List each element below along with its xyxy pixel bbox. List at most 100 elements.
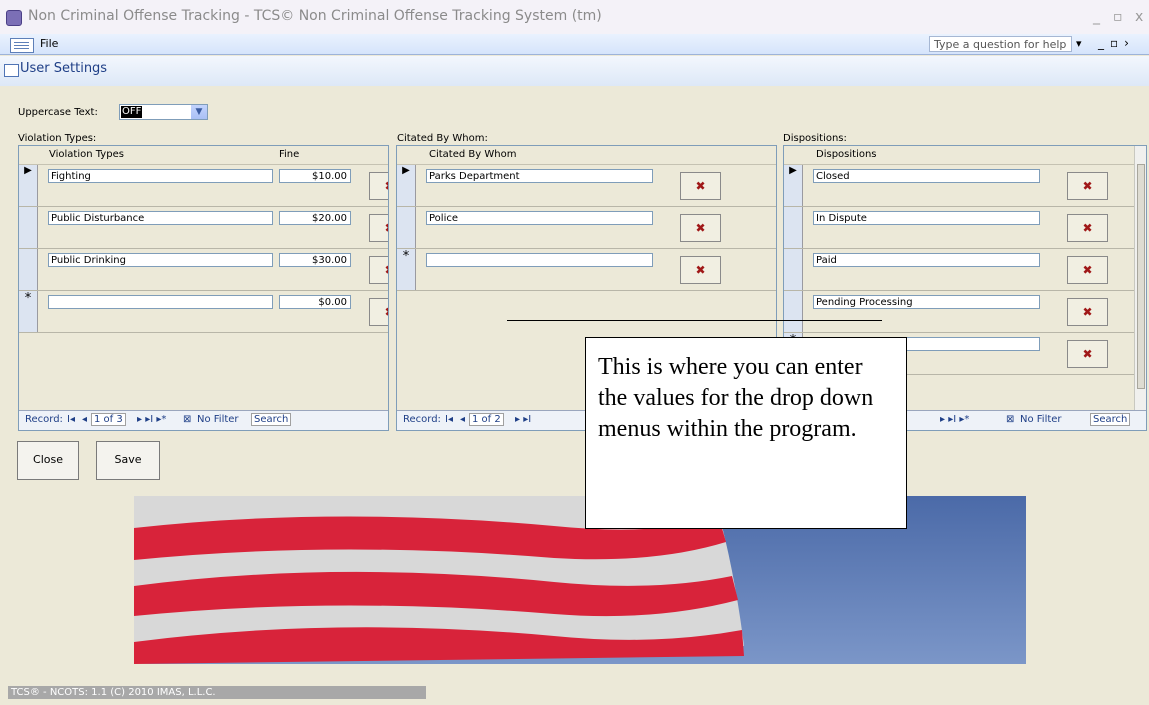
vertical-scrollbar[interactable] xyxy=(1134,146,1146,412)
filter-status[interactable]: No Filter xyxy=(197,414,239,425)
delete-icon[interactable]: ✖ xyxy=(369,256,388,284)
violation-type-field[interactable]: Public Disturbance xyxy=(48,211,273,225)
new-record-icon[interactable]: * xyxy=(19,291,38,332)
record-position-input[interactable]: 1 of 3 xyxy=(91,413,126,426)
dispositions-section-label: Dispositions: xyxy=(783,133,847,144)
search-input[interactable]: Search xyxy=(1090,413,1131,426)
table-row[interactable]: Paid ✖ xyxy=(784,249,1134,291)
new-record-icon[interactable]: * xyxy=(397,249,416,290)
delete-icon[interactable]: ✖ xyxy=(680,214,721,242)
disposition-field[interactable]: Pending Processing xyxy=(813,295,1040,309)
table-row[interactable]: In Dispute ✖ xyxy=(784,207,1134,249)
minimize-icon[interactable]: _ xyxy=(1093,9,1100,25)
close-window-icon[interactable]: x xyxy=(1135,9,1143,25)
save-button[interactable]: Save xyxy=(96,441,160,480)
violation-section-label: Violation Types: xyxy=(18,133,97,144)
violation-type-field[interactable]: Public Drinking xyxy=(48,253,273,267)
chevron-down-icon[interactable]: ▼ xyxy=(191,105,207,119)
cited-by-field[interactable] xyxy=(426,253,653,267)
delete-icon[interactable]: ✖ xyxy=(680,172,721,200)
table-row[interactable]: Public Disturbance $20.00 ✖ xyxy=(19,207,388,249)
new-record-row[interactable]: * ✖ xyxy=(397,249,776,291)
disposition-field[interactable]: Closed xyxy=(813,169,1040,183)
row-selector[interactable] xyxy=(784,207,803,248)
delete-icon[interactable]: ✖ xyxy=(369,214,388,242)
delete-icon[interactable]: ✖ xyxy=(1067,340,1108,368)
disposition-field[interactable]: In Dispute xyxy=(813,211,1040,225)
row-selector[interactable] xyxy=(19,207,38,248)
record-label: Record: xyxy=(403,414,441,425)
delete-icon[interactable]: ✖ xyxy=(1067,172,1108,200)
violation-header: Violation Types Fine xyxy=(19,146,388,165)
first-record-icon[interactable]: I◂ xyxy=(445,414,453,425)
uppercase-label: Uppercase Text: xyxy=(18,107,98,118)
violation-types-subform: Violation Types Fine ▶ Fighting $10.00 ✖… xyxy=(18,145,389,431)
fine-field[interactable]: $30.00 xyxy=(279,253,351,267)
prev-record-icon[interactable]: ◂ xyxy=(82,414,87,425)
status-bar: TCS® - NCOTS: 1.1 (C) 2010 IMAS, L.L.C. xyxy=(8,686,426,699)
annotation-callout: This is where you can enter the values f… xyxy=(585,337,907,529)
row-selector-icon[interactable]: ▶ xyxy=(784,165,803,206)
scrollbar-thumb[interactable] xyxy=(1137,164,1145,389)
row-selector-icon[interactable]: ▶ xyxy=(397,165,416,206)
delete-icon[interactable]: ✖ xyxy=(1067,214,1108,242)
form-icon xyxy=(4,64,19,77)
cited-by-field[interactable]: Parks Department xyxy=(426,169,653,183)
table-row[interactable]: ▶ Closed ✖ xyxy=(784,165,1134,207)
new-record-row[interactable]: * $0.00 ✖ xyxy=(19,291,388,333)
callout-pointer-line xyxy=(507,320,882,321)
uppercase-value[interactable]: OFF xyxy=(121,106,143,118)
row-selector-icon[interactable]: ▶ xyxy=(19,165,38,206)
fine-field[interactable]: $20.00 xyxy=(279,211,351,225)
search-input[interactable]: Search xyxy=(251,413,292,426)
form-tab-bar xyxy=(0,56,1149,87)
table-row[interactable]: ▶ Parks Department ✖ xyxy=(397,165,776,207)
col-cited-by: Citated By Whom xyxy=(429,149,517,160)
close-button[interactable]: Close xyxy=(17,441,79,480)
restore-icon[interactable]: ▫ xyxy=(1113,9,1123,25)
help-dropdown-icon[interactable]: ▾ xyxy=(1076,37,1082,50)
disposition-field[interactable]: Paid xyxy=(813,253,1040,267)
cited-by-field[interactable]: Police xyxy=(426,211,653,225)
table-row[interactable]: Police ✖ xyxy=(397,207,776,249)
table-row[interactable]: Pending Processing ✖ xyxy=(784,291,1134,333)
record-label: Record: xyxy=(25,414,63,425)
dispositions-header: Dispositions xyxy=(784,146,1146,165)
cited-section-label: Citated By Whom: xyxy=(397,133,488,144)
filter-icon[interactable]: ⊠ xyxy=(183,414,191,425)
delete-icon[interactable]: ✖ xyxy=(1067,298,1108,326)
fine-field[interactable]: $0.00 xyxy=(279,295,351,309)
col-dispositions: Dispositions xyxy=(816,149,877,160)
record-position-input[interactable]: 1 of 2 xyxy=(469,413,504,426)
help-search-input[interactable]: Type a question for help xyxy=(929,36,1072,52)
mdi-window-controls[interactable]: _▫› xyxy=(1098,36,1135,50)
next-record-icon[interactable]: ▸ ▸I ▸* xyxy=(940,414,969,425)
filter-icon[interactable]: ⊠ xyxy=(1006,414,1014,425)
delete-icon[interactable]: ✖ xyxy=(369,172,388,200)
delete-icon[interactable]: ✖ xyxy=(1067,256,1108,284)
col-fine: Fine xyxy=(279,149,300,160)
menu-file[interactable]: File xyxy=(40,37,58,50)
first-record-icon[interactable]: I◂ xyxy=(67,414,75,425)
record-navigator: Record: I◂ ◂ 1 of 3 ▸ ▸I ▸* ⊠ No Filter … xyxy=(19,410,388,430)
next-record-icon[interactable]: ▸ ▸I ▸* xyxy=(137,414,166,425)
fine-field[interactable]: $10.00 xyxy=(279,169,351,183)
next-record-icon[interactable]: ▸ ▸I xyxy=(515,414,531,425)
delete-icon[interactable]: ✖ xyxy=(369,298,388,326)
row-selector[interactable] xyxy=(397,207,416,248)
form-menu-icon[interactable] xyxy=(10,38,34,53)
violation-type-field[interactable] xyxy=(48,295,273,309)
table-row[interactable]: ▶ Fighting $10.00 ✖ xyxy=(19,165,388,207)
table-row[interactable]: Public Drinking $30.00 ✖ xyxy=(19,249,388,291)
form-title[interactable]: User Settings xyxy=(20,61,107,76)
row-selector[interactable] xyxy=(19,249,38,290)
prev-record-icon[interactable]: ◂ xyxy=(460,414,465,425)
row-selector[interactable] xyxy=(784,249,803,290)
row-selector[interactable] xyxy=(784,291,803,332)
filter-status[interactable]: No Filter xyxy=(1020,414,1062,425)
delete-icon[interactable]: ✖ xyxy=(680,256,721,284)
app-icon xyxy=(6,10,22,26)
violation-type-field[interactable]: Fighting xyxy=(48,169,273,183)
cited-header: Citated By Whom xyxy=(397,146,776,165)
window-title: Non Criminal Offense Tracking - TCS© Non… xyxy=(28,8,602,24)
